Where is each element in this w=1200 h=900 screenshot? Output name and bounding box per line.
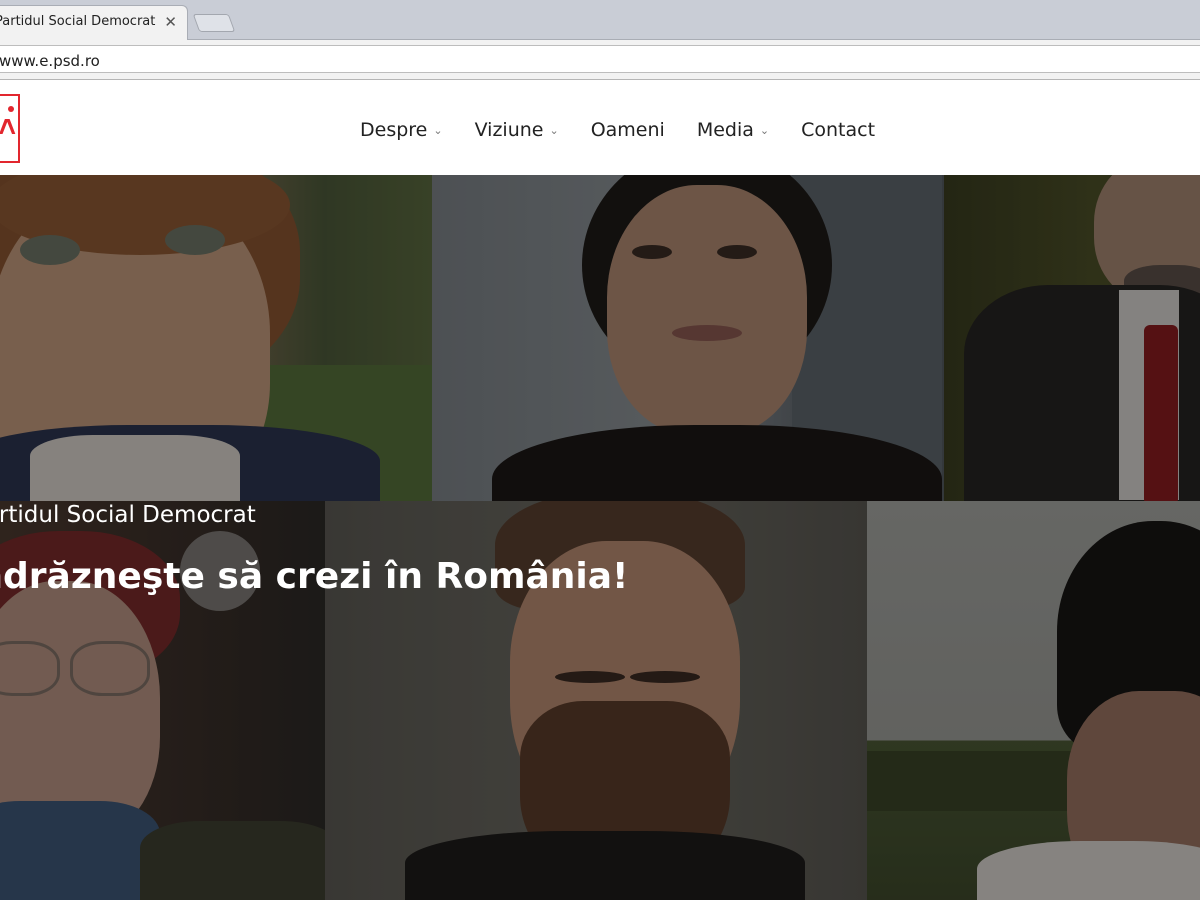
tab-title: Partidul Social Democrat: [0, 14, 156, 29]
hero-section: Partidul Social Democrat Îndrăzneşte să …: [0, 175, 1200, 900]
browser-tab-bar: Partidul Social Democrat ✕: [0, 0, 1200, 41]
close-tab-icon[interactable]: ✕: [164, 13, 177, 31]
hero-title: Îndrăzneşte să crezi în România!: [0, 556, 629, 597]
hero-dark-overlay: [0, 175, 1200, 900]
nav-item-viziune[interactable]: Viziune ⌄: [475, 117, 559, 143]
site-header: ˄ Despre ⌄ Viziune ⌄ Oameni Media ⌄ Cont…: [0, 81, 1200, 175]
main-nav: Despre ⌄ Viziune ⌄ Oameni Media ⌄ Contac…: [360, 117, 907, 143]
chevron-down-icon: ⌄: [433, 123, 443, 137]
chevron-down-icon: ⌄: [549, 123, 559, 137]
nav-label: Despre: [360, 119, 428, 141]
browser-tab[interactable]: Partidul Social Democrat ✕: [0, 5, 188, 41]
nav-item-media[interactable]: Media ⌄: [697, 117, 769, 143]
logo-mark: ˄: [0, 111, 16, 144]
nav-item-despre[interactable]: Despre ⌄: [360, 117, 443, 143]
chevron-down-icon: ⌄: [759, 123, 770, 137]
address-bar[interactable]: www.e.psd.ro: [0, 45, 1200, 73]
nav-item-contact[interactable]: Contact: [801, 117, 875, 143]
new-tab-button[interactable]: [192, 14, 236, 32]
nav-label: Oameni: [590, 119, 665, 141]
nav-label: Media: [696, 119, 754, 141]
nav-item-oameni[interactable]: Oameni: [591, 117, 665, 143]
hero-subtitle: Partidul Social Democrat: [0, 502, 256, 528]
address-text: www.e.psd.ro: [0, 52, 100, 70]
psd-logo[interactable]: ˄: [0, 94, 20, 163]
browser-toolbar: www.e.psd.ro: [0, 40, 1200, 80]
nav-label: Viziune: [474, 119, 544, 141]
nav-label: Contact: [801, 119, 876, 141]
